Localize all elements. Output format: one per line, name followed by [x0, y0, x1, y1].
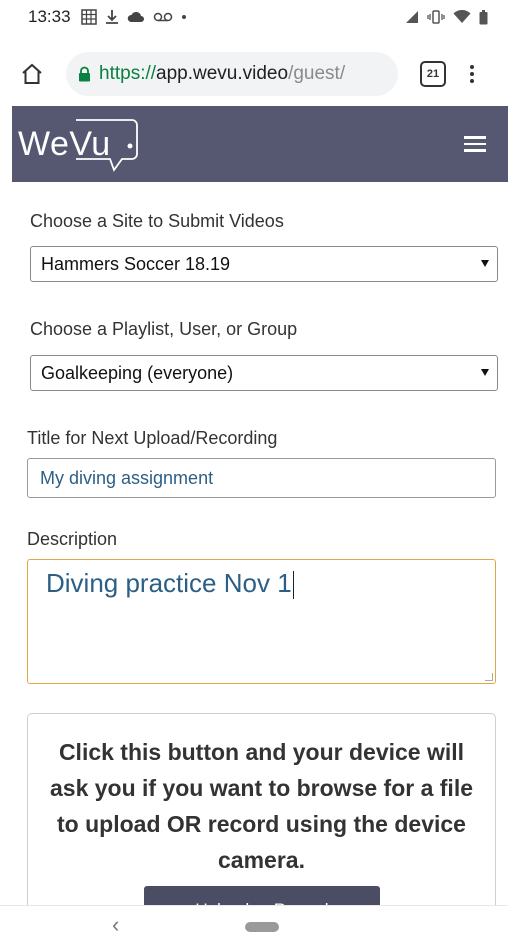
home-button[interactable]	[12, 54, 52, 94]
description-value: Diving practice Nov 1	[46, 568, 292, 598]
app-header: WeVu	[12, 106, 508, 182]
voicemail-icon	[153, 12, 172, 22]
status-time: 13:33	[28, 7, 71, 26]
title-input-value: My diving assignment	[40, 467, 214, 488]
playlist-label: Choose a Playlist, User, or Group	[30, 319, 298, 339]
wevu-logo[interactable]: WeVu	[18, 114, 138, 174]
overflow-menu-icon[interactable]	[470, 65, 474, 83]
browser-toolbar: https://app.wevu.video/guest/ 21	[0, 42, 508, 106]
url-scheme: https://	[99, 63, 157, 84]
notification-icons	[80, 9, 187, 25]
system-navigation-bar: ‹	[0, 905, 508, 943]
home-icon	[22, 63, 42, 84]
description-textarea[interactable]: Diving practice Nov 1	[27, 559, 496, 684]
dot-icon	[181, 15, 186, 19]
tab-switcher-button[interactable]: 21	[420, 61, 446, 87]
system-icons	[405, 9, 488, 25]
title-input[interactable]: My diving assignment	[27, 458, 496, 498]
back-chevron-icon[interactable]: ‹	[112, 912, 119, 938]
status-bar: 13:33	[0, 0, 508, 34]
signal-icon	[406, 11, 418, 23]
dropdown-caret-icon	[481, 369, 489, 376]
site-select-value: Hammers Soccer 18.19	[41, 253, 231, 274]
speech-bubble-icon	[76, 119, 138, 172]
hamburger-menu-icon[interactable]	[464, 136, 486, 152]
site-select[interactable]: Hammers Soccer 18.19	[30, 246, 498, 282]
cloud-icon	[127, 11, 144, 22]
title-label: Title for Next Upload/Recording	[27, 428, 278, 448]
playlist-select-value: Goalkeeping (everyone)	[41, 362, 234, 383]
resize-handle-icon[interactable]	[485, 673, 493, 681]
text-cursor	[292, 571, 295, 600]
description-label: Description	[27, 529, 118, 549]
url-host: app.wevu.video	[156, 63, 289, 84]
playlist-select[interactable]: Goalkeeping (everyone)	[30, 355, 498, 391]
url-path: /guest/	[288, 63, 346, 84]
address-bar[interactable]: https://app.wevu.video/guest/	[66, 52, 398, 96]
dropdown-caret-icon	[481, 260, 489, 267]
lock-icon	[78, 66, 91, 82]
calendar-grid-icon	[80, 9, 97, 25]
battery-icon	[479, 9, 488, 24]
home-pill-button[interactable]	[245, 922, 279, 932]
site-label: Choose a Site to Submit Videos	[30, 211, 284, 231]
vibrate-icon	[427, 10, 445, 24]
wifi-icon	[453, 10, 471, 23]
download-icon	[105, 10, 118, 24]
upload-instructions: Click this button and your device will a…	[49, 739, 474, 873]
